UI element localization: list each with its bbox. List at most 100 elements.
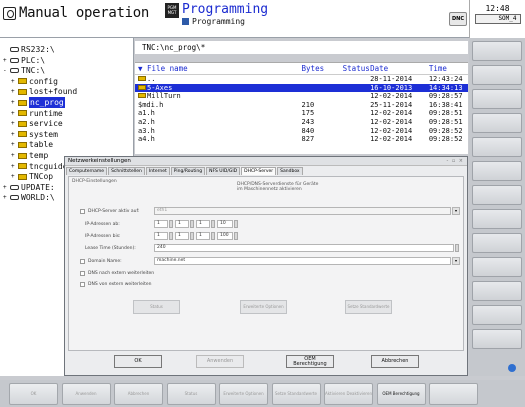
expand-icon[interactable]: + [11,129,17,140]
tab-nfs-uid-gid[interactable]: NFS UID/GID [206,167,241,175]
tree-item[interactable]: RS232:\ [0,44,134,55]
softkey-page-indicator[interactable] [508,364,516,372]
ip-from-octet-4[interactable]: 10 [217,220,233,228]
expand-icon[interactable]: + [11,76,17,87]
ip-from-spin-2[interactable] [190,220,194,228]
col-date[interactable]: Date [370,63,429,74]
chevron-down-icon[interactable]: ▾ [452,257,460,265]
tab-sandbox[interactable]: Sandbox [277,167,303,175]
softkey-oem-berechtigung[interactable]: OEM Berechtigung [376,383,426,405]
col-file-name[interactable]: ▼ File name [135,63,302,74]
side-softkey-3[interactable] [472,89,522,109]
softkey-ok[interactable]: OK [9,383,58,405]
set-defaults-button[interactable]: Setze Standardwerte [345,300,392,314]
collapse-icon[interactable]: - [3,65,9,76]
status-button[interactable]: Status [133,300,180,314]
softkey-setze-standardwerte[interactable]: Setze Standardwerte [271,383,321,405]
tree-item[interactable]: + runtime [0,108,134,119]
domain-name-field[interactable]: machine.net [154,257,451,265]
file-row[interactable]: a3.h 840 12-02-2014 09:28:52 [135,127,468,136]
expand-icon[interactable]: + [3,55,9,66]
ip-to-spin-3[interactable] [211,232,215,240]
cancel-button[interactable]: Abbrechen [371,355,419,368]
file-row[interactable]: a2.h 243 12-02-2014 09:28:51 [135,118,468,127]
side-softkey-8[interactable] [472,209,522,229]
lease-time-field[interactable]: 240 [154,244,454,252]
side-softkey-5[interactable] [472,137,522,157]
tree-item[interactable]: + table [0,139,134,150]
tree-item[interactable]: + nc_prog [0,97,134,108]
file-row[interactable]: a1.h 175 12-02-2014 09:28:51 [135,109,468,118]
ip-to-octet-2[interactable]: 1 [175,232,189,240]
file-row[interactable]: MillTurn 12-02-2014 09:28:57 [135,92,468,101]
side-softkey-11[interactable] [472,281,522,301]
tab-ping-routing[interactable]: Ping/Routing [170,167,206,175]
softkey-status[interactable]: Status [166,383,216,405]
expand-icon[interactable]: + [11,118,17,129]
dhcp-active-checkbox[interactable] [80,209,85,214]
file-row[interactable]: .. 28-11-2014 12:43:24 [135,75,468,84]
tree-item[interactable]: - TNC:\ [0,65,134,76]
ip-to-octet-4[interactable]: 100 [217,232,233,240]
window-controls[interactable]: - ▫ × [446,157,464,166]
side-softkey-13[interactable] [472,329,522,349]
side-softkey-6[interactable] [472,161,522,181]
tree-item[interactable]: + PLC:\ [0,55,134,66]
chevron-down-icon[interactable]: ▾ [452,207,460,215]
side-softkey-1[interactable] [472,41,522,61]
expand-icon[interactable]: + [11,86,17,97]
ok-button[interactable]: OK [114,355,162,368]
expand-icon[interactable]: + [3,182,9,193]
dialog-titlebar[interactable]: Netzwerkeinstellungen - ▫ × [65,157,467,166]
expand-icon[interactable]: + [11,97,17,108]
expand-icon[interactable]: + [3,192,9,203]
ip-from-octet-2[interactable]: 1 [175,220,189,228]
lease-spin[interactable] [455,244,459,252]
tab-dhcp-server[interactable]: DHCP-Server [241,167,277,175]
col-bytes[interactable]: Bytes [302,63,343,74]
side-softkey-7[interactable] [472,185,522,205]
softkey-anwenden[interactable]: Anwenden [61,383,111,405]
expand-icon[interactable]: + [11,139,17,150]
expand-icon[interactable]: + [11,171,17,182]
advanced-options-button[interactable]: Erweiterte Optionen [240,300,287,314]
ip-from-octet-3[interactable]: 1 [196,220,210,228]
tree-item[interactable]: + system [0,129,134,140]
file-row[interactable]: 5-Axes 16-10-2013 14:34:13 [135,83,468,93]
tree-item[interactable]: + config [0,76,134,87]
tab-internet[interactable]: Internet [145,167,170,175]
side-softkey-4[interactable] [472,113,522,133]
tree-item[interactable]: + service [0,118,134,129]
file-row[interactable]: a4.h 827 12-02-2014 09:28:52 [135,135,468,144]
manual-mode-block[interactable]: Manual operation [3,5,149,21]
softkey-empty[interactable] [429,383,478,405]
col-time[interactable]: Time [429,63,468,74]
dns-external-checkbox[interactable] [80,271,85,276]
ip-from-spin-4[interactable] [234,220,238,228]
ip-to-octet-3[interactable]: 1 [196,232,210,240]
softkey-erweiterte-optionen[interactable]: Erweiterte Optionen [219,383,268,405]
softkey-aktivieren-deaktivieren[interactable]: Aktivieren Deaktivieren [324,383,373,405]
oem-permission-button[interactable]: OEM Berechtigung [286,355,334,368]
side-softkey-2[interactable] [472,65,522,85]
dnc-button[interactable]: DNC [449,12,467,26]
tab-computername[interactable]: Computername [66,167,108,175]
expand-icon[interactable]: + [11,108,17,119]
programming-mode-block[interactable]: PGM MGT Programming Programming [165,3,268,26]
tree-item[interactable]: + lost+found [0,86,134,97]
ip-to-octet-1[interactable]: 1 [154,232,168,240]
dhcp-interface-select[interactable]: eth1 [154,207,451,215]
ip-from-spin-1[interactable] [169,220,173,228]
ip-from-octet-1[interactable]: 1 [154,220,168,228]
ip-to-spin-2[interactable] [190,232,194,240]
expand-icon[interactable]: + [11,150,17,161]
ip-from-spin-3[interactable] [211,220,215,228]
softkey-abbrechen[interactable]: Abbrechen [114,383,163,405]
side-softkey-12[interactable] [472,305,522,325]
col-status[interactable]: Status [343,63,370,74]
dns-internal-checkbox[interactable] [80,282,85,287]
expand-icon[interactable]: + [11,161,17,172]
apply-button[interactable]: Anwenden [196,355,244,368]
ip-to-spin-4[interactable] [234,232,238,240]
side-softkey-9[interactable] [472,233,522,253]
